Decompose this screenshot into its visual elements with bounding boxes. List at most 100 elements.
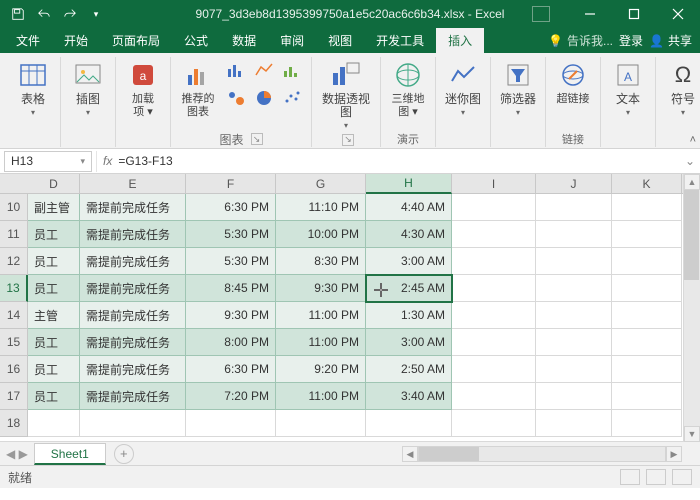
cell[interactable]: [612, 356, 682, 383]
tab-数据[interactable]: 数据: [220, 28, 268, 53]
cell[interactable]: [536, 275, 612, 302]
sparklines-button[interactable]: 迷你图▾: [442, 57, 484, 131]
cell[interactable]: [452, 302, 536, 329]
cell[interactable]: [452, 275, 536, 302]
page-break-view-icon[interactable]: [672, 469, 692, 485]
signin-button[interactable]: 登录: [619, 32, 643, 49]
tab-视图[interactable]: 视图: [316, 28, 364, 53]
tables-button[interactable]: 表格▾: [12, 57, 54, 131]
save-icon[interactable]: [6, 3, 30, 25]
filters-button[interactable]: 筛选器▾: [497, 57, 539, 131]
row-header[interactable]: 15: [0, 329, 28, 356]
row-header[interactable]: 12: [0, 248, 28, 275]
cell[interactable]: [612, 275, 682, 302]
fx-icon[interactable]: fx: [103, 154, 112, 168]
cell[interactable]: [452, 248, 536, 275]
cell[interactable]: [452, 383, 536, 410]
row-header[interactable]: 14: [0, 302, 28, 329]
cell[interactable]: 11:00 PM: [276, 302, 366, 329]
cell[interactable]: 8:45 PM: [186, 275, 276, 302]
cell[interactable]: [28, 410, 80, 437]
tab-开始[interactable]: 开始: [52, 28, 100, 53]
cell[interactable]: [612, 302, 682, 329]
col-header-K[interactable]: K: [612, 174, 682, 194]
vertical-scrollbar[interactable]: ▲ ▼: [683, 174, 700, 442]
pie-chart-icon[interactable]: [251, 85, 277, 111]
cell[interactable]: 需提前完成任务: [80, 383, 186, 410]
cell[interactable]: 副主管: [28, 194, 80, 221]
cell[interactable]: [452, 221, 536, 248]
row-header[interactable]: 11: [0, 221, 28, 248]
cell[interactable]: [612, 248, 682, 275]
cell[interactable]: 11:00 PM: [276, 329, 366, 356]
cell[interactable]: 11:00 PM: [276, 383, 366, 410]
cell[interactable]: [366, 410, 452, 437]
cell[interactable]: 4:30 AM: [366, 221, 452, 248]
redo-icon[interactable]: [58, 3, 82, 25]
cell[interactable]: [536, 383, 612, 410]
cell[interactable]: 9:20 PM: [276, 356, 366, 383]
share-button[interactable]: 👤 共享: [649, 32, 692, 49]
spreadsheet-grid[interactable]: DEFGHIJK 10副主管需提前完成任务6:30 PM11:10 PM4:40…: [0, 174, 700, 442]
cell[interactable]: [612, 329, 682, 356]
cell[interactable]: 员工: [28, 221, 80, 248]
cell[interactable]: 5:30 PM: [186, 248, 276, 275]
cell[interactable]: [536, 194, 612, 221]
horizontal-scrollbar[interactable]: ◀ ▶: [402, 446, 682, 462]
cell[interactable]: 11:10 PM: [276, 194, 366, 221]
select-all[interactable]: [0, 174, 28, 193]
sheet-tab[interactable]: Sheet1: [34, 443, 106, 465]
cell[interactable]: 需提前完成任务: [80, 248, 186, 275]
line-chart-icon[interactable]: [251, 57, 277, 83]
cell[interactable]: [612, 410, 682, 437]
cell[interactable]: 3:00 AM: [366, 329, 452, 356]
hierarchy-chart-icon[interactable]: [223, 85, 249, 111]
hscroll-track[interactable]: [418, 446, 666, 462]
cell[interactable]: 1:30 AM: [366, 302, 452, 329]
tab-文件[interactable]: 文件: [4, 28, 52, 53]
expand-formula-bar-icon[interactable]: ⌄: [680, 154, 700, 168]
misc-chart-icon[interactable]: [279, 57, 305, 83]
col-header-E[interactable]: E: [80, 174, 186, 194]
illustrations-button[interactable]: 插图▾: [67, 57, 109, 131]
scroll-left-icon[interactable]: ◀: [402, 446, 418, 462]
cell[interactable]: [452, 356, 536, 383]
cell[interactable]: 6:30 PM: [186, 356, 276, 383]
symbols-button[interactable]: Ω符号▾: [662, 57, 700, 131]
tab-开发工具[interactable]: 开发工具: [364, 28, 436, 53]
cell[interactable]: [80, 410, 186, 437]
row-header[interactable]: 16: [0, 356, 28, 383]
cell[interactable]: 员工: [28, 329, 80, 356]
addins-button[interactable]: a加载 项 ▾: [122, 57, 164, 131]
cell[interactable]: 员工: [28, 248, 80, 275]
cell[interactable]: [612, 383, 682, 410]
tab-插入[interactable]: 插入: [436, 28, 484, 53]
scroll-down-icon[interactable]: ▼: [684, 426, 700, 442]
page-layout-view-icon[interactable]: [646, 469, 666, 485]
cell[interactable]: 需提前完成任务: [80, 275, 186, 302]
collapse-ribbon-icon[interactable]: ˄: [690, 134, 696, 146]
cell[interactable]: [536, 356, 612, 383]
cell[interactable]: 主管: [28, 302, 80, 329]
pivot-launcher-icon[interactable]: ↘: [342, 134, 354, 146]
cell[interactable]: [452, 329, 536, 356]
tell-me[interactable]: 💡 告诉我...: [548, 32, 613, 49]
cell[interactable]: 7:20 PM: [186, 383, 276, 410]
cell[interactable]: 2:50 AM: [366, 356, 452, 383]
qat-customize-icon[interactable]: ▾: [84, 3, 108, 25]
pivot-chart-button[interactable]: 数据透视图▾: [318, 57, 374, 132]
cell[interactable]: 9:30 PM: [276, 275, 366, 302]
cell[interactable]: 6:30 PM: [186, 194, 276, 221]
column-chart-icon[interactable]: [223, 57, 249, 83]
cell[interactable]: 4:40 AM: [366, 194, 452, 221]
normal-view-icon[interactable]: [620, 469, 640, 485]
sheet-nav[interactable]: ◀ ▶: [0, 447, 34, 461]
cell[interactable]: [186, 410, 276, 437]
cell[interactable]: 5:30 PM: [186, 221, 276, 248]
cell[interactable]: 需提前完成任务: [80, 302, 186, 329]
cell[interactable]: [276, 410, 366, 437]
recommended-charts-button[interactable]: 推荐的 图表: [177, 57, 219, 131]
col-header-D[interactable]: D: [28, 174, 80, 194]
cell[interactable]: 8:00 PM: [186, 329, 276, 356]
row-header[interactable]: 18: [0, 410, 28, 437]
